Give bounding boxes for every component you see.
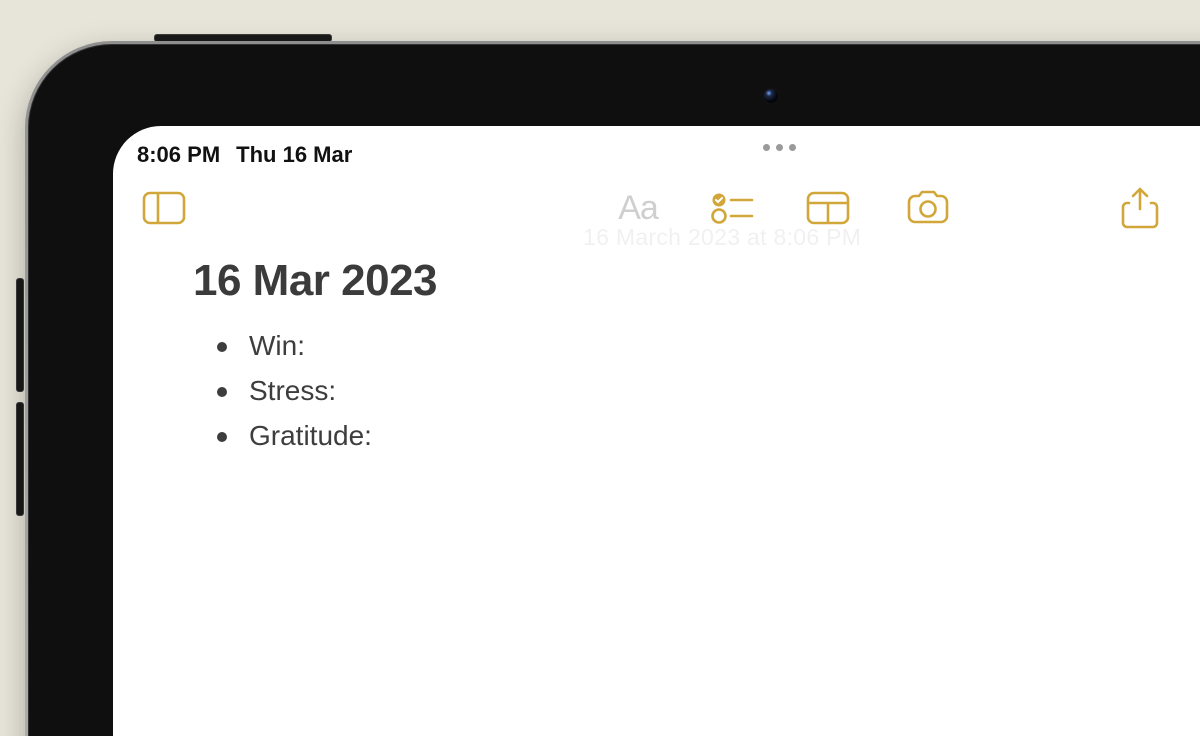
status-time: 8:06 PM <box>137 142 220 168</box>
dot-icon <box>789 144 796 151</box>
list-item: Win: <box>203 324 1200 369</box>
share-icon <box>1121 187 1159 229</box>
share-button[interactable] <box>1113 188 1167 228</box>
device-volume-up <box>16 278 24 392</box>
camera-icon <box>905 190 951 226</box>
note-bullet-list: Win: Stress: Gratitude: <box>193 324 1200 458</box>
app-screen: 8:06 PM Thu 16 Mar Aa <box>113 126 1200 736</box>
multitask-indicator[interactable] <box>763 144 796 151</box>
insert-table-button[interactable] <box>801 188 855 228</box>
camera-dot <box>764 89 778 103</box>
table-icon <box>806 191 850 225</box>
sidebar-icon <box>142 191 186 225</box>
note-modified-timestamp: 16 March 2023 at 8:06 PM <box>583 224 861 251</box>
text-format-button[interactable]: Aa <box>611 188 665 228</box>
status-bar: 8:06 PM Thu 16 Mar <box>113 126 1200 168</box>
checklist-button[interactable] <box>705 188 759 228</box>
note-title: 16 Mar 2023 <box>193 256 1200 306</box>
dot-icon <box>763 144 770 151</box>
dot-icon <box>776 144 783 151</box>
status-date: Thu 16 Mar <box>236 142 352 168</box>
device-volume-down <box>16 402 24 516</box>
toggle-sidebar-button[interactable] <box>137 188 191 228</box>
text-format-icon: Aa <box>618 189 658 228</box>
list-item: Stress: <box>203 369 1200 414</box>
checklist-icon <box>710 191 754 225</box>
note-body[interactable]: 16 Mar 2023 Win: Stress: Gratitude: <box>193 256 1200 458</box>
list-item: Gratitude: <box>203 414 1200 459</box>
insert-media-button[interactable] <box>901 188 955 228</box>
